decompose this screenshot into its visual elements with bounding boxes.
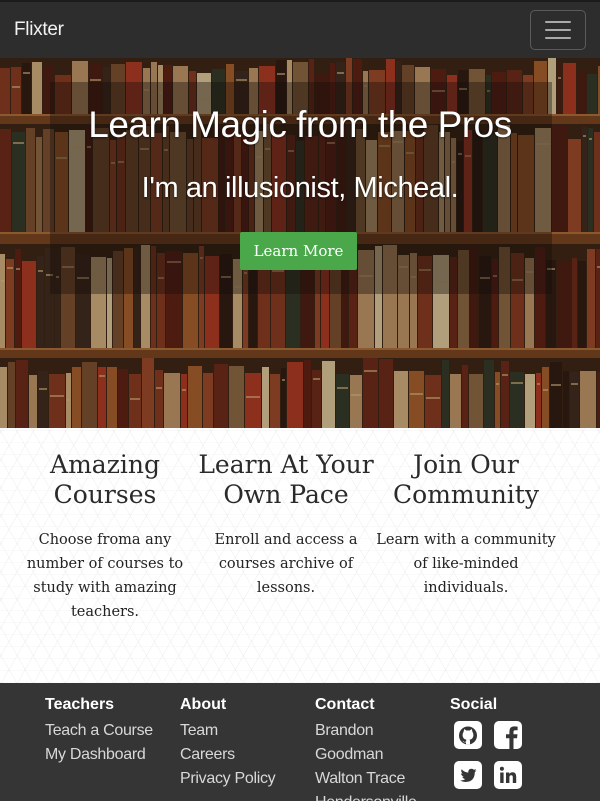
feature-text: Choose froma any number of courses to st… xyxy=(26,532,184,620)
github-icon[interactable] xyxy=(454,721,482,749)
feature-title: Learn At Your Own Pace xyxy=(198,450,374,509)
my-dashboard-link[interactable]: My Dashboard xyxy=(45,743,153,767)
feature-text: Learn with a community of like-minded in… xyxy=(376,532,556,596)
privacy-policy-link[interactable]: Privacy Policy xyxy=(180,767,276,791)
social-icons xyxy=(454,721,524,789)
brand-logo[interactable]: Flixter xyxy=(14,19,64,41)
footer-heading: About xyxy=(180,696,227,713)
feature-title: Amazing Courses xyxy=(50,450,160,509)
facebook-icon[interactable] xyxy=(494,721,522,749)
feature-community: Join Our Community Learn with a communit… xyxy=(376,450,556,600)
hero-title: Learn Magic from the Pros xyxy=(88,104,512,145)
feature-text: Enroll and access a courses archive of l… xyxy=(214,532,358,596)
footer-heading: Teachers xyxy=(45,696,115,713)
teach-a-course-link[interactable]: Teach a Course xyxy=(45,719,153,743)
footer: Teachers Teach a Course My Dashboard Abo… xyxy=(0,683,600,801)
hero-section: Learn Magic from the Pros I'm an illusio… xyxy=(0,58,600,428)
linkedin-icon[interactable] xyxy=(494,761,522,789)
feature-own-pace: Learn At Your Own Pace Enroll and access… xyxy=(196,450,376,600)
careers-link[interactable]: Careers xyxy=(180,743,275,767)
footer-column-about: About Team Careers Privacy Policy xyxy=(180,695,276,791)
contact-line: Hendersonville xyxy=(315,791,417,801)
contact-line: Walton Trace xyxy=(315,770,406,787)
feature-amazing-courses: Amazing Courses Choose froma any number … xyxy=(15,450,195,624)
footer-heading: Social xyxy=(450,696,498,713)
footer-heading: Contact xyxy=(315,696,375,713)
footer-column-contact: Contact Brandon Goodman Walton Trace Hen… xyxy=(315,695,417,801)
learn-more-button[interactable]: Learn More xyxy=(240,232,357,270)
hamburger-icon-line xyxy=(545,21,571,23)
contact-line: Brandon xyxy=(315,722,374,739)
hamburger-icon-line xyxy=(545,37,571,39)
twitter-icon[interactable] xyxy=(454,761,482,789)
feature-title: Join Our Community xyxy=(393,450,539,509)
navbar: Flixter xyxy=(0,0,600,58)
menu-toggle-button[interactable] xyxy=(530,10,586,50)
contact-line: Goodman xyxy=(315,746,384,763)
features-section: Amazing Courses Choose froma any number … xyxy=(0,428,600,683)
footer-column-teachers: Teachers Teach a Course My Dashboard xyxy=(45,695,153,767)
footer-column-social: Social xyxy=(450,695,524,789)
hero-subtitle: I'm an illusionist, Micheal. xyxy=(141,172,459,204)
hamburger-icon-line xyxy=(545,29,571,31)
team-link[interactable]: Team xyxy=(180,719,275,743)
